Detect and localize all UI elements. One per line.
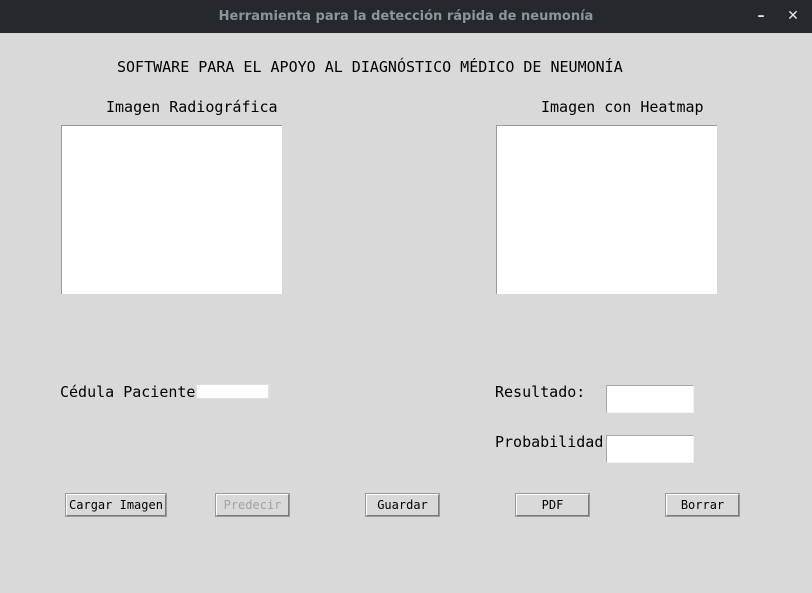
save-button[interactable]: Guardar — [365, 493, 440, 517]
patient-id-label: Cédula Paciente — [60, 383, 196, 401]
heatmap-image-panel — [496, 125, 717, 294]
probability-label: Probabilidad: — [495, 433, 607, 451]
patient-id-input[interactable] — [196, 384, 269, 399]
load-image-button[interactable]: Cargar Imagen — [65, 493, 167, 517]
window-titlebar: Herramienta para la detección rápida de … — [0, 0, 812, 33]
xray-image-panel — [61, 125, 282, 294]
clear-button[interactable]: Borrar — [665, 493, 740, 517]
predict-button[interactable]: Predecir — [215, 493, 290, 517]
pdf-button[interactable]: PDF — [515, 493, 590, 517]
result-label: Resultado: — [495, 383, 586, 401]
result-field[interactable] — [606, 385, 694, 413]
app-heading: SOFTWARE PARA EL APOYO AL DIAGNÓSTICO MÉ… — [117, 58, 623, 76]
close-icon[interactable]: ✕ — [783, 0, 803, 33]
minimize-icon[interactable]: – — [751, 0, 771, 33]
probability-field[interactable] — [606, 435, 694, 463]
xray-image-label: Imagen Radiográfica — [106, 98, 278, 116]
window-title: Herramienta para la detección rápida de … — [218, 9, 594, 24]
heatmap-image-label: Imagen con Heatmap — [541, 98, 704, 116]
